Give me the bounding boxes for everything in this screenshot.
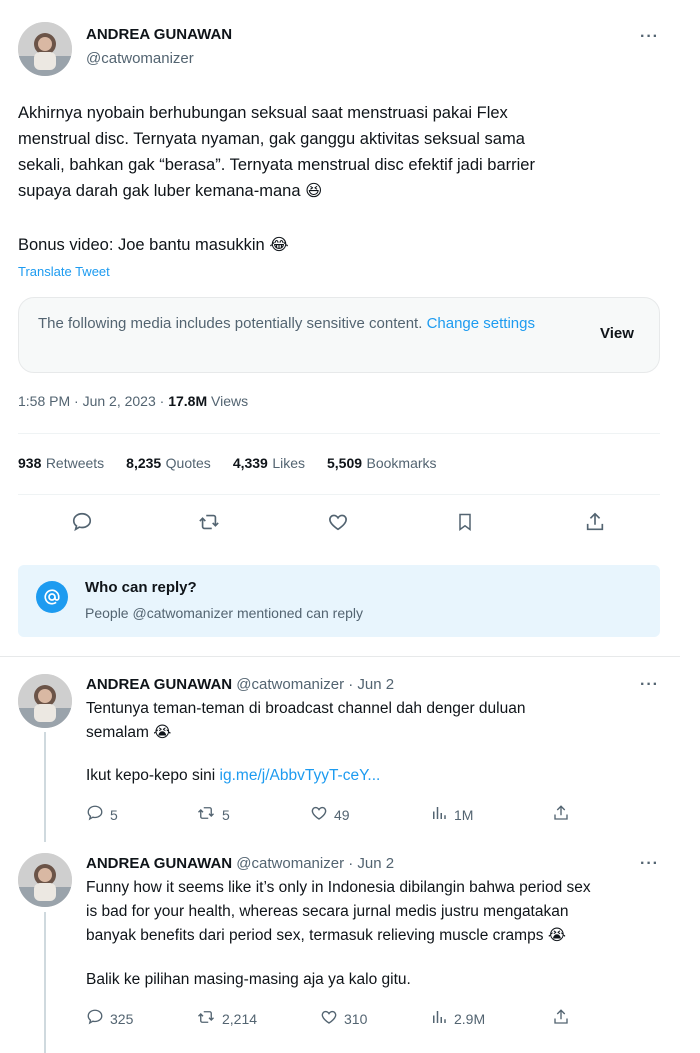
sensitive-text: The following media includes potentially… [38, 315, 427, 332]
reply-like-action[interactable]: 49 [310, 804, 350, 825]
stat-likes[interactable]: 4,339 Likes [233, 455, 305, 473]
like-icon[interactable] [310, 804, 328, 825]
sensitive-notice-text: The following media includes potentially… [38, 312, 578, 335]
reply-text2: Ikut kepo-kepo sini [86, 767, 220, 784]
retweet-icon[interactable] [196, 804, 216, 825]
who-can-reply-title: Who can reply? [85, 579, 197, 596]
like-icon[interactable] [320, 1008, 338, 1029]
view-button[interactable]: View [600, 325, 634, 342]
reply-link[interactable]: ig.me/j/AbbvTyyT-ceY... [220, 767, 381, 784]
retweet-icon[interactable] [196, 1008, 216, 1029]
section-divider [0, 656, 680, 657]
reply-handle-date[interactable]: @catwomanizer · Jun 2 [236, 676, 394, 693]
reply-count: 325 [110, 1010, 134, 1027]
tweet-timestamp: 1:58 PM · Jun 2, 2023 · 17.8M Views [18, 393, 248, 409]
views-count: 1M [454, 806, 474, 823]
like-icon[interactable] [321, 505, 355, 539]
who-can-reply-box: Who can reply? People @catwomanizer ment… [18, 565, 660, 637]
views-count: 2.9M [454, 1010, 486, 1027]
reply-count: 5 [110, 806, 118, 823]
more-options-icon[interactable]: ··· [640, 855, 659, 873]
divider [18, 433, 660, 434]
tweet-text: Akhirnya nyobain berhubungan seksual saa… [18, 104, 535, 200]
reply-text2: Balik ke pilihan masing-masing aja ya ka… [86, 971, 411, 988]
reply-views-action[interactable]: 2.9M [430, 1008, 485, 1029]
change-settings-link[interactable]: Change settings [427, 315, 535, 332]
reply-share-action[interactable] [552, 1008, 570, 1029]
reply-handle-date[interactable]: @catwomanizer · Jun 2 [236, 855, 394, 872]
translate-link[interactable]: Translate Tweet [18, 264, 110, 279]
reply-share-action[interactable] [552, 804, 570, 825]
sensitive-media-notice: The following media includes potentially… [18, 297, 660, 373]
reply-header: ANDREA GUNAWAN @catwomanizer · Jun 2 [86, 676, 394, 693]
reply-author-name[interactable]: ANDREA GUNAWAN [86, 855, 232, 872]
bookmark-icon[interactable] [448, 505, 482, 539]
reply-header: ANDREA GUNAWAN @catwomanizer · Jun 2 [86, 855, 394, 872]
stat-bookmarks[interactable]: 5,509 Bookmarks [327, 455, 437, 473]
retweet-count: 2,214 [222, 1010, 258, 1027]
views-count: 17.8M [168, 393, 208, 409]
share-icon[interactable] [578, 505, 612, 539]
reply-reply-action[interactable]: 325 [86, 1008, 133, 1029]
views-icon[interactable] [430, 804, 448, 825]
reply-text-line: Ikut kepo-kepo sini ig.me/j/AbbvTyyT-ceY… [86, 764, 380, 788]
more-options-icon[interactable]: ··· [640, 28, 659, 46]
author-name[interactable]: ANDREA GUNAWAN [86, 26, 232, 43]
stat-retweets[interactable]: 938 Retweets [18, 455, 104, 473]
like-count: 49 [334, 806, 350, 823]
reply-retweet-action[interactable]: 5 [196, 804, 230, 825]
views-icon[interactable] [430, 1008, 448, 1029]
tweet-bonus-text: Bonus video: Joe bantu masukkin 😂 [18, 236, 289, 254]
reply-avatar[interactable] [18, 853, 72, 907]
stat-quotes[interactable]: 8,235 Quotes [126, 455, 211, 473]
reply-retweet-action[interactable]: 2,214 [196, 1008, 257, 1029]
views-label: Views [207, 393, 249, 409]
reply-text: Funny how it seems like it’s only in Ind… [86, 879, 591, 944]
tweet-stats: 938 Retweets 8,235 Quotes 4,339 Likes 5,… [18, 455, 437, 473]
retweet-icon[interactable] [192, 505, 226, 539]
who-can-reply-subtitle: People @catwomanizer mentioned can reply [85, 605, 364, 621]
thread-line [44, 732, 46, 842]
reply-avatar[interactable] [18, 674, 72, 728]
author-handle[interactable]: @catwomanizer [86, 50, 194, 67]
reply-icon[interactable] [65, 505, 99, 539]
more-options-icon[interactable]: ··· [640, 676, 659, 694]
like-count: 310 [344, 1010, 368, 1027]
at-icon [36, 581, 68, 613]
reply-views-action[interactable]: 1M [430, 804, 473, 825]
author-avatar[interactable] [18, 22, 72, 76]
reply-text: Tentunya teman-teman di broadcast channe… [86, 700, 526, 741]
retweet-count: 5 [222, 806, 230, 823]
reply-icon[interactable] [86, 804, 104, 825]
reply-author-name[interactable]: ANDREA GUNAWAN [86, 676, 232, 693]
thread-line [44, 912, 46, 1053]
reply-like-action[interactable]: 310 [320, 1008, 367, 1029]
divider [18, 494, 660, 495]
reply-icon[interactable] [86, 1008, 104, 1029]
share-icon[interactable] [552, 1008, 570, 1029]
reply-reply-action[interactable]: 5 [86, 804, 118, 825]
share-icon[interactable] [552, 804, 570, 825]
timestamp-text[interactable]: 1:58 PM · Jun 2, 2023 · [18, 393, 168, 409]
